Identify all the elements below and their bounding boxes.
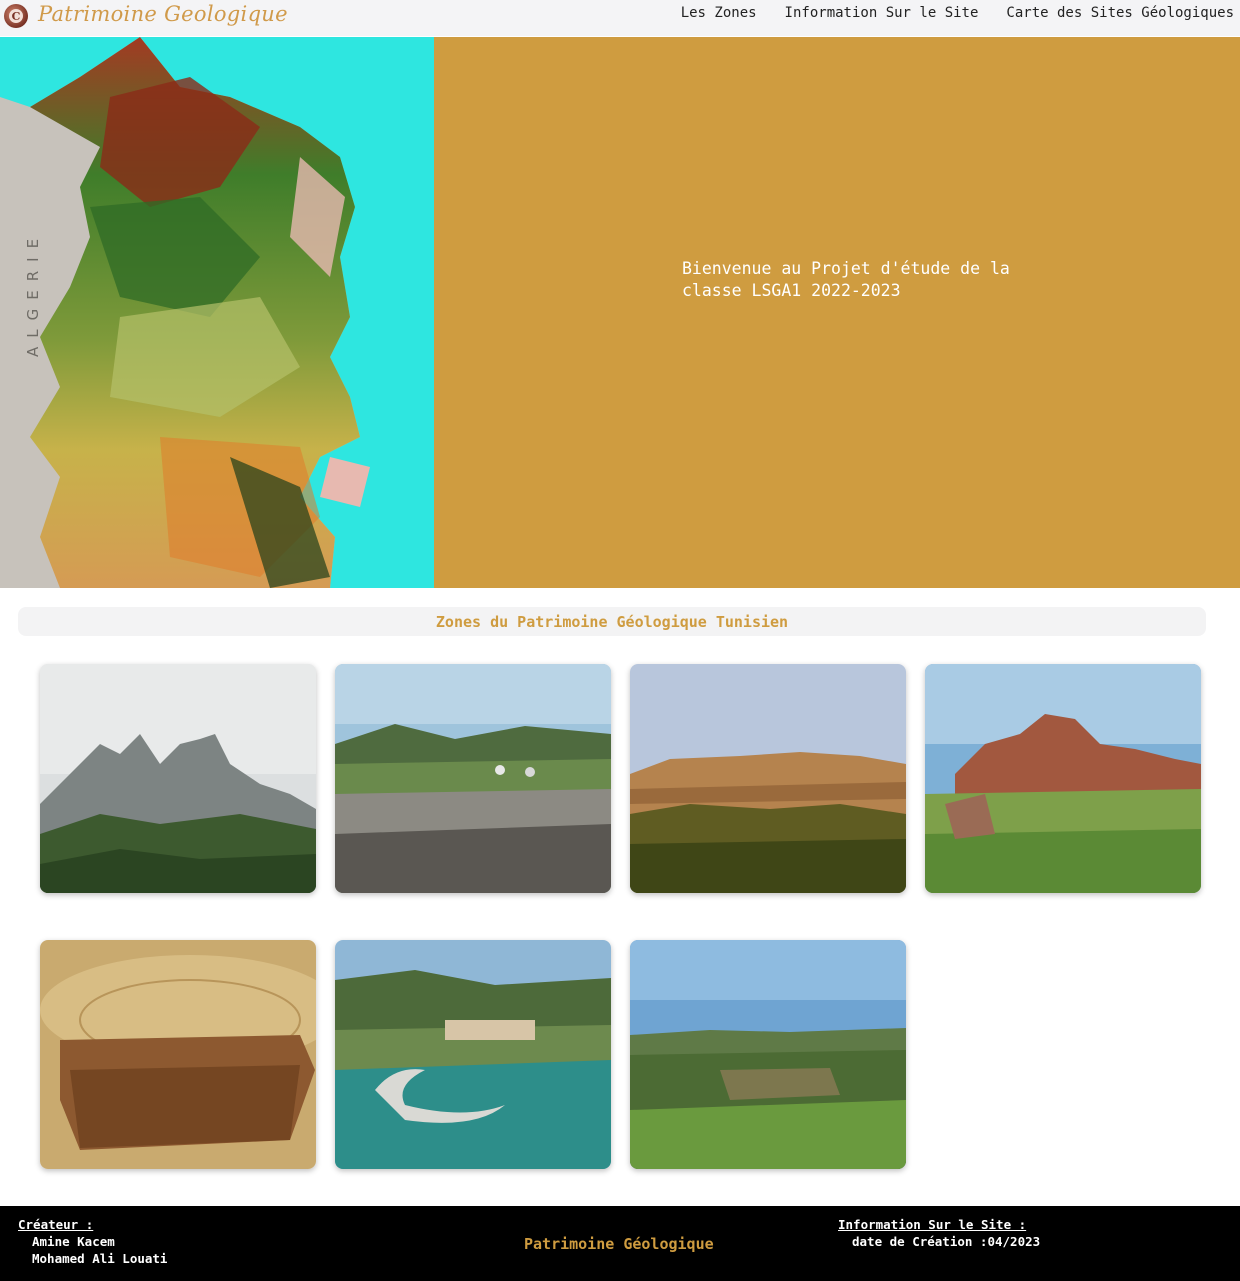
zone-image-red-rocks: [925, 664, 1201, 893]
footer-creator-1: Amine Kacem: [32, 1234, 115, 1249]
zone-card-1[interactable]: [40, 664, 316, 893]
zone-card-2[interactable]: [335, 664, 611, 893]
zone-card-6[interactable]: [335, 940, 611, 1169]
zone-image-green-valley: [630, 940, 906, 1169]
footer-creators: Créateur : Amine Kacem Mohamed Ali Louat…: [18, 1216, 167, 1267]
welcome-panel: Bienvenue au Projet d'étude de la classe…: [434, 37, 1240, 588]
zone-image-rocky-plateau: [335, 664, 611, 893]
logo-icon[interactable]: C: [4, 4, 28, 28]
nav-link-zones[interactable]: Les Zones: [681, 5, 757, 21]
nav-link-site-info[interactable]: Information Sur le Site: [785, 5, 979, 21]
zone-image-layered-mesa: [40, 940, 316, 1169]
main-nav: Les Zones Information Sur le Site Carte …: [653, 5, 1234, 21]
footer-site-info: Information Sur le Site : date de Créati…: [838, 1216, 1040, 1250]
tunisia-geological-map-image: ALGERIE: [0, 37, 434, 588]
zone-image-rocky-peaks: [40, 664, 316, 893]
footer-creator-2: Mohamed Ali Louati: [32, 1251, 168, 1266]
welcome-line-2: classe LSGA1 2022-2023: [682, 281, 901, 300]
zone-card-3[interactable]: [630, 664, 906, 893]
brand-title[interactable]: Patrimoine Geologique: [38, 2, 288, 26]
page-footer: Créateur : Amine Kacem Mohamed Ali Louat…: [0, 1206, 1240, 1281]
nav-link-geological-map[interactable]: Carte des Sites Géologiques: [1006, 5, 1234, 21]
top-navbar: C Patrimoine Geologique Les Zones Inform…: [0, 0, 1240, 36]
footer-info-label: Information Sur le Site :: [838, 1217, 1027, 1232]
footer-title: Patrimoine Géologique: [524, 1235, 714, 1253]
welcome-text: Bienvenue au Projet d'étude de la classe…: [682, 258, 1042, 302]
zone-card-7[interactable]: [630, 940, 906, 1169]
footer-creator-label: Créateur :: [18, 1217, 94, 1232]
zone-image-coastal-bay: [335, 940, 611, 1169]
welcome-line-1: Bienvenue au Projet d'étude de la: [682, 259, 1010, 278]
zone-image-sunlit-cliff: [630, 664, 906, 893]
zone-card-4[interactable]: [925, 664, 1201, 893]
footer-creation-date: date de Création :04/2023: [852, 1234, 1041, 1249]
zone-card-5[interactable]: [40, 940, 316, 1169]
zones-section-title: Zones du Patrimoine Géologique Tunisien: [435, 612, 789, 631]
zones-section-header: Zones du Patrimoine Géologique Tunisien: [18, 607, 1206, 636]
map-country-label: ALGERIE: [24, 230, 42, 357]
